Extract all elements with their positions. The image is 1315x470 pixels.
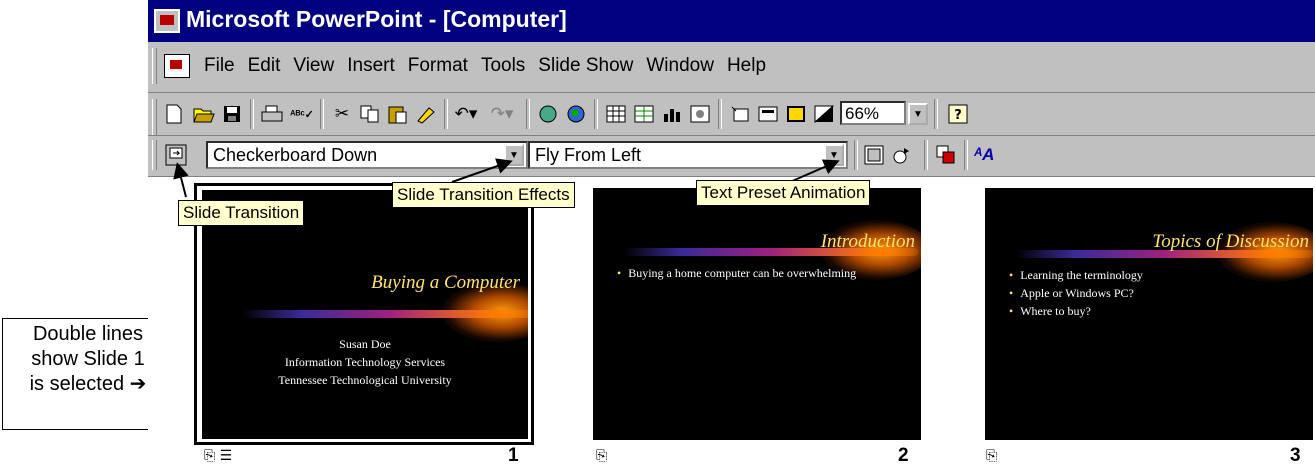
slide-2-number: 2 xyxy=(898,445,909,466)
slide-layout-icon[interactable] xyxy=(754,100,782,128)
menu-slide-show[interactable]: Slide Show xyxy=(538,55,633,77)
spelling-icon[interactable]: ᴬᴮᶜ✓ xyxy=(288,100,316,128)
print-icon[interactable] xyxy=(258,100,286,128)
help-icon[interactable]: ? xyxy=(944,100,972,128)
menubar-grip[interactable] xyxy=(152,48,157,84)
paste-icon[interactable] xyxy=(384,100,412,128)
slide-1-thumbnail[interactable]: Buying a Computer Susan Doe Information … xyxy=(201,189,529,440)
menu-items: File Edit View Insert Format Tools Slide… xyxy=(204,55,779,77)
slide-2-bullet: Buying a home computer can be overwhelmi… xyxy=(617,264,857,282)
insert-clipart-icon[interactable] xyxy=(686,100,714,128)
transition-effect-combo[interactable]: Checkerboard Down xyxy=(206,141,528,169)
menu-bar: File Edit View Insert Format Tools Slide… xyxy=(148,42,1315,93)
title-bar: Microsoft PowerPoint - [Computer] xyxy=(148,0,1315,42)
slide-3-number: 3 xyxy=(1290,445,1301,466)
menu-file[interactable]: File xyxy=(204,55,235,77)
slide-3-thumbnail[interactable]: Topics of Discussion Learning the termin… xyxy=(984,187,1314,441)
text-animation-combo[interactable]: Fly From Left xyxy=(528,141,848,169)
slide-3-bullet: Learning the terminology xyxy=(1009,266,1269,284)
format-painter-icon[interactable] xyxy=(412,100,440,128)
menu-insert[interactable]: Insert xyxy=(347,55,395,77)
slide-1-swoosh xyxy=(242,310,528,318)
slide-3-body: Learning the terminology Apple or Window… xyxy=(1009,266,1269,320)
toolbar-separator xyxy=(964,140,968,170)
insert-excel-icon[interactable] xyxy=(630,100,658,128)
document-icon[interactable] xyxy=(164,54,190,78)
grayscale-icon[interactable] xyxy=(810,100,838,128)
transition-effect-dropdown[interactable]: ▼ xyxy=(504,144,524,166)
slide-1-line: Information Technology Services xyxy=(284,355,446,369)
powerpoint-window: Microsoft PowerPoint - [Computer] File E… xyxy=(148,0,1315,470)
toolbar-separator xyxy=(854,140,858,170)
slide-2-title: Introduction xyxy=(820,231,915,252)
toolbar-grip[interactable] xyxy=(152,99,157,135)
zoom-combo[interactable]: 66% xyxy=(840,101,906,125)
hyperlink-icon[interactable] xyxy=(534,100,562,128)
animate-title-icon[interactable]: ᴬA xyxy=(970,141,998,169)
save-icon[interactable] xyxy=(218,100,246,128)
menu-view[interactable]: View xyxy=(293,55,334,77)
window-title: Microsoft PowerPoint - [Computer] xyxy=(186,6,567,32)
insert-table-icon[interactable] xyxy=(602,100,630,128)
toolbar-separator xyxy=(718,99,722,129)
svg-text:?: ? xyxy=(954,108,962,123)
slide-3-title: Topics of Discussion xyxy=(1152,231,1309,252)
toolbar-separator xyxy=(250,99,254,129)
slide-transition-callout: Slide Transition xyxy=(178,200,305,226)
slide-1-title: Buying a Computer xyxy=(371,272,520,293)
slide-sorter-view: Buying a Computer Susan Doe Information … xyxy=(148,177,1315,470)
cut-icon[interactable]: ✂ xyxy=(328,100,356,128)
animation-preview-icon[interactable] xyxy=(888,141,916,169)
redo-icon[interactable]: ↷▾ xyxy=(488,100,516,128)
animation-toolbar-grip[interactable] xyxy=(152,140,157,170)
slide-1-line: Susan Doe xyxy=(339,337,391,351)
new-icon[interactable] xyxy=(160,100,188,128)
slide-3-bullet: Apple or Windows PC? xyxy=(1009,284,1269,302)
toolbar-separator xyxy=(594,99,598,129)
toolbar-separator xyxy=(320,99,324,129)
slide-2-body: Buying a home computer can be overwhelmi… xyxy=(617,264,857,282)
new-slide-icon[interactable] xyxy=(726,100,754,128)
slide-3-transition-icon[interactable]: ⎘ xyxy=(986,448,997,464)
standard-toolbar: ᴬᴮᶜ✓ ✂ ↶▾ ↷▾ 66% ▼ ? xyxy=(148,93,1315,136)
slide-1-line: Tennessee Technological University xyxy=(278,373,452,387)
menu-help[interactable]: Help xyxy=(727,55,766,77)
slide-1-number: 1 xyxy=(508,445,519,466)
toolbar-separator xyxy=(924,140,928,170)
slide-2-thumbnail[interactable]: Introduction Buying a home computer can … xyxy=(592,187,922,441)
animation-effects-toolbar: Checkerboard Down ▼ Fly From Left ▼ ᴬA xyxy=(148,136,1315,177)
web-toolbar-icon[interactable] xyxy=(562,100,590,128)
slide-transition-icon[interactable] xyxy=(162,141,190,169)
text-animation-dropdown[interactable]: ▼ xyxy=(824,144,844,166)
custom-animation-icon[interactable] xyxy=(860,141,888,169)
open-icon[interactable] xyxy=(190,100,218,128)
slide-1-body: Susan Doe Information Technology Service… xyxy=(202,335,528,389)
menu-tools[interactable]: Tools xyxy=(481,55,525,77)
toolbar-separator xyxy=(444,99,448,129)
apply-design-icon[interactable] xyxy=(782,100,810,128)
zoom-dropdown-button[interactable]: ▼ xyxy=(908,103,928,125)
powerpoint-app-icon[interactable] xyxy=(154,9,180,33)
toolbar-separator xyxy=(526,99,530,129)
slide-3-bullet: Where to buy? xyxy=(1009,302,1269,320)
toolbar-separator xyxy=(934,99,938,129)
animation-order-icon[interactable] xyxy=(932,141,960,169)
menu-format[interactable]: Format xyxy=(408,55,468,77)
transition-effects-callout: Slide Transition Effects xyxy=(392,182,575,208)
copy-icon[interactable] xyxy=(356,100,384,128)
text-preset-callout: Text Preset Animation xyxy=(696,180,871,206)
insert-chart-icon[interactable] xyxy=(658,100,686,128)
undo-icon[interactable]: ↶▾ xyxy=(452,100,480,128)
slide-2-transition-icon[interactable]: ⎘ xyxy=(596,448,607,464)
menu-edit[interactable]: Edit xyxy=(248,55,281,77)
menu-window[interactable]: Window xyxy=(646,55,714,77)
slide-1-transition-icon[interactable]: ⎘ ☰ xyxy=(204,448,232,464)
